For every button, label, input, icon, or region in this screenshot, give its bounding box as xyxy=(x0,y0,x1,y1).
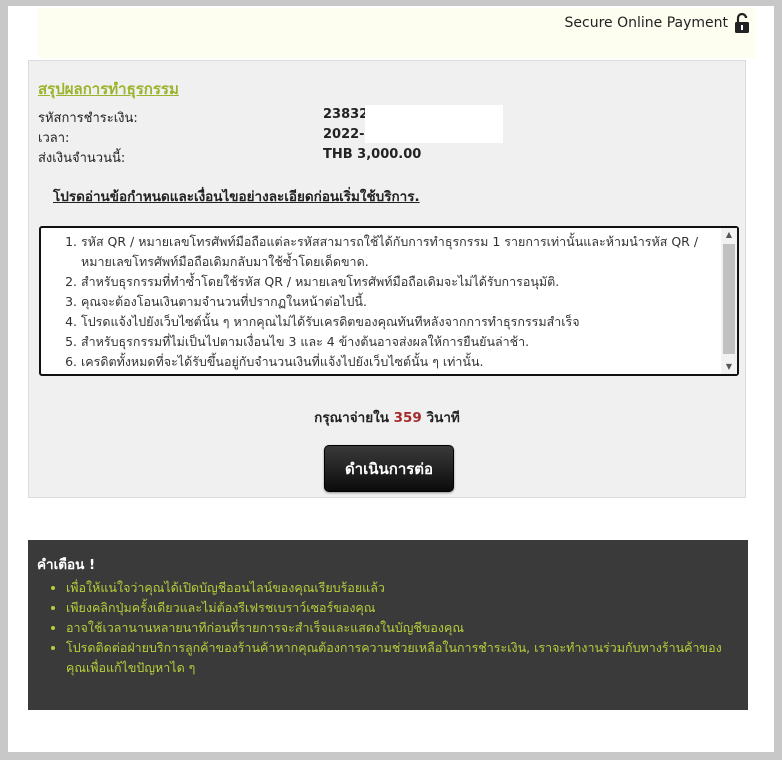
terms-item: รหัส QR / หมายเลขโทรศัพท์มือถือแต่ละรหัส… xyxy=(81,232,713,272)
terms-item: เครดิตทั้งหมดที่จะได้รับขึ้นอยู่กับจำนวน… xyxy=(81,352,713,372)
time-value: 2022- xyxy=(323,127,365,142)
secure-payment-label: Secure Online Payment xyxy=(564,15,728,31)
transaction-summary-panel: สรุปผลการทำธุรกรรม รหัสการชำระเงิน: 2383… xyxy=(28,60,746,498)
warning-item: เพื่อให้แน่ใจว่าคุณได้เปิดบัญชีออนไลน์ขอ… xyxy=(66,578,726,598)
payment-id-row: รหัสการชำระเงิน: 23832 xyxy=(38,107,368,128)
amount-label: ส่งเงินจำนวนนี้: xyxy=(38,151,126,166)
warning-item: เพียงคลิกปุ่มครั้งเดียวและไม่ต้องรีเฟรชเ… xyxy=(66,598,726,618)
time-row: เวลา: 2022- xyxy=(38,127,365,148)
secure-payment-badge: Secure Online Payment xyxy=(565,12,750,34)
warning-item: อาจใช้เวลานานหลายนาทีก่อนที่รายการจะสำเร… xyxy=(66,618,726,638)
terms-box[interactable]: รหัส QR / หมายเลขโทรศัพท์มือถือแต่ละรหัส… xyxy=(39,226,739,376)
amount-row: ส่งเงินจำนวนนี้: THB 3,000.00 xyxy=(38,147,421,168)
time-label: เวลา: xyxy=(38,131,70,146)
lock-icon xyxy=(735,12,749,33)
terms-item: สำหรับธุรกรรมที่ไม่เป็นไปตามเงื่อนไข 3 แ… xyxy=(81,332,713,352)
payment-id-value: 23832 xyxy=(323,107,369,122)
terms-item: โปรดแจ้งไปยังเว็บไซต์นั้น ๆ หากคุณไม่ได้… xyxy=(81,312,713,332)
header-bar: Secure Online Payment xyxy=(38,8,756,58)
terms-scrollbar[interactable]: ▲ ▼ xyxy=(721,228,737,374)
warning-panel: คำเตือน ! เพื่อให้แน่ใจว่าคุณได้เปิดบัญช… xyxy=(28,540,748,710)
payment-page: Secure Online Payment สรุปผลการทำธุรกรรม… xyxy=(8,6,774,752)
warning-item: โปรดติดต่อฝ่ายบริการลูกค้าของร้านค้าหากค… xyxy=(66,638,726,678)
terms-item: สำหรับธุรกรรมที่ทำซ้ำโดยใช้รหัส QR / หมา… xyxy=(81,272,713,292)
payment-countdown: กรุณาจ่ายใน 359 วินาที xyxy=(29,406,745,428)
scroll-down-arrow-icon[interactable]: ▼ xyxy=(721,360,737,374)
scroll-up-arrow-icon[interactable]: ▲ xyxy=(721,228,737,242)
continue-button[interactable]: ดำเนินการต่อ xyxy=(324,445,454,492)
terms-notice: โปรดอ่านข้อกำหนดและเงื่อนไขอย่างละเอียดก… xyxy=(53,189,420,205)
countdown-seconds: 359 xyxy=(393,410,422,426)
terms-list: รหัส QR / หมายเลขโทรศัพท์มือถือแต่ละรหัส… xyxy=(41,228,737,372)
summary-title: สรุปผลการทำธุรกรรม xyxy=(38,80,179,98)
redaction-mask xyxy=(365,105,503,143)
payment-id-label: รหัสการชำระเงิน: xyxy=(38,111,138,126)
amount-value: THB 3,000.00 xyxy=(323,147,422,162)
countdown-prefix: กรุณาจ่ายใน xyxy=(314,410,389,426)
warning-title: คำเตือน ! xyxy=(37,557,96,573)
scrollbar-thumb[interactable] xyxy=(723,244,735,354)
countdown-suffix: วินาที xyxy=(426,410,460,426)
terms-item: คุณจะต้องโอนเงินตามจำนวนที่ปรากฏในหน้าต่… xyxy=(81,292,713,312)
warning-list: เพื่อให้แน่ใจว่าคุณได้เปิดบัญชีออนไลน์ขอ… xyxy=(28,578,726,678)
